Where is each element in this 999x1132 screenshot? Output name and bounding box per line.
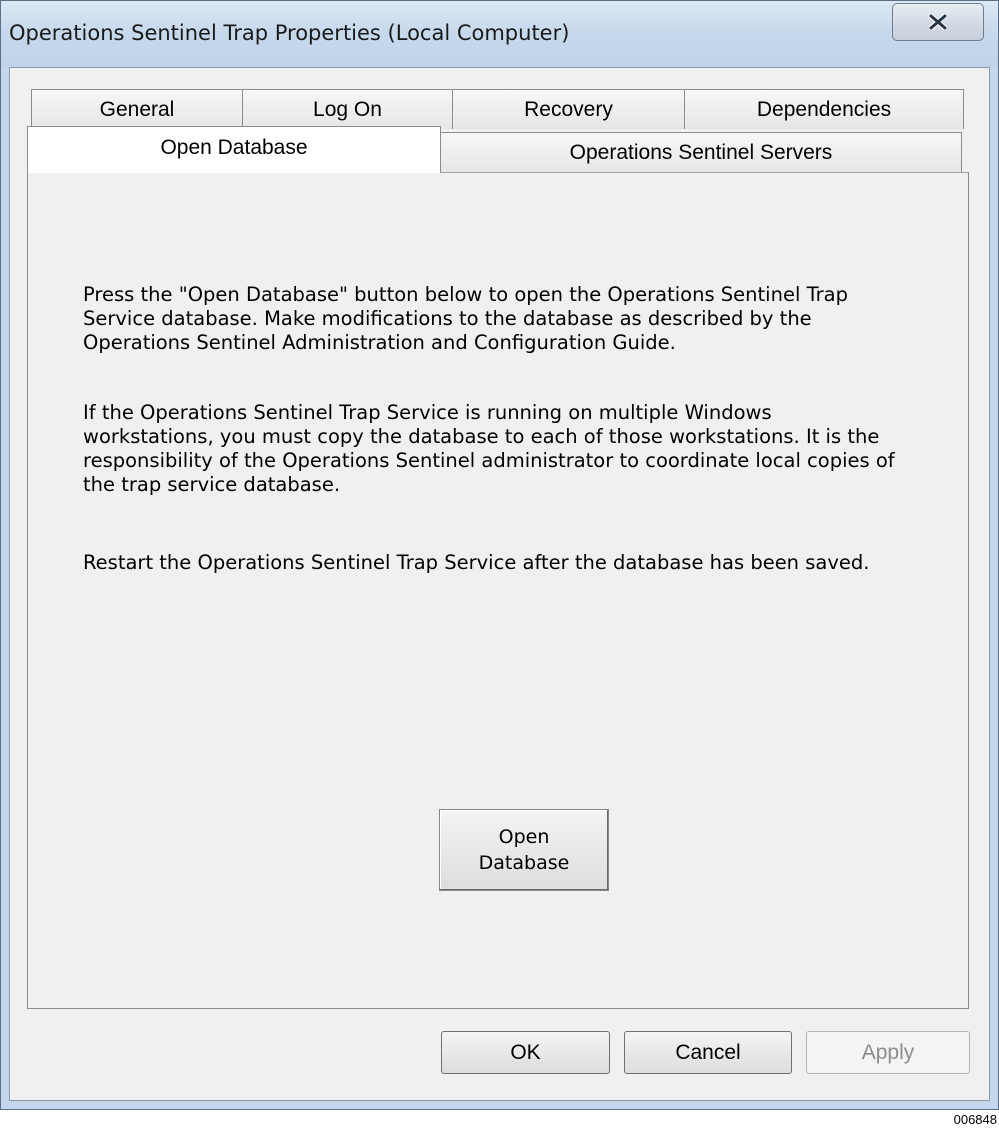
properties-dialog: Operations Sentinel Trap Properties (Loc… [0, 0, 999, 1110]
window-title: Operations Sentinel Trap Properties (Loc… [9, 21, 570, 45]
instructions-paragraph-3: Restart the Operations Sentinel Trap Ser… [83, 551, 870, 574]
tab-dependencies[interactable]: Dependencies [684, 89, 964, 129]
apply-button[interactable]: Apply [806, 1031, 970, 1074]
tab-general[interactable]: General [31, 89, 243, 129]
title-bar[interactable]: Operations Sentinel Trap Properties (Loc… [1, 1, 998, 67]
instructions-paragraph-1: Press the "Open Database" button below t… [83, 283, 848, 354]
open-database-button-label: Open Database [478, 826, 570, 874]
figure-id: 006848 [953, 1112, 997, 1127]
open-database-button[interactable]: Open Database [439, 809, 609, 891]
tab-operations-sentinel-servers[interactable]: Operations Sentinel Servers [440, 132, 962, 173]
tab-log-on[interactable]: Log On [242, 89, 453, 129]
tab-recovery[interactable]: Recovery [452, 89, 685, 129]
close-button[interactable] [892, 3, 984, 41]
close-x-icon [929, 14, 947, 30]
ok-button[interactable]: OK [441, 1031, 610, 1074]
cancel-button[interactable]: Cancel [624, 1031, 792, 1074]
tab-open-database[interactable]: Open Database [27, 126, 441, 173]
instructions-paragraph-2: If the Operations Sentinel Trap Service … [83, 401, 895, 496]
